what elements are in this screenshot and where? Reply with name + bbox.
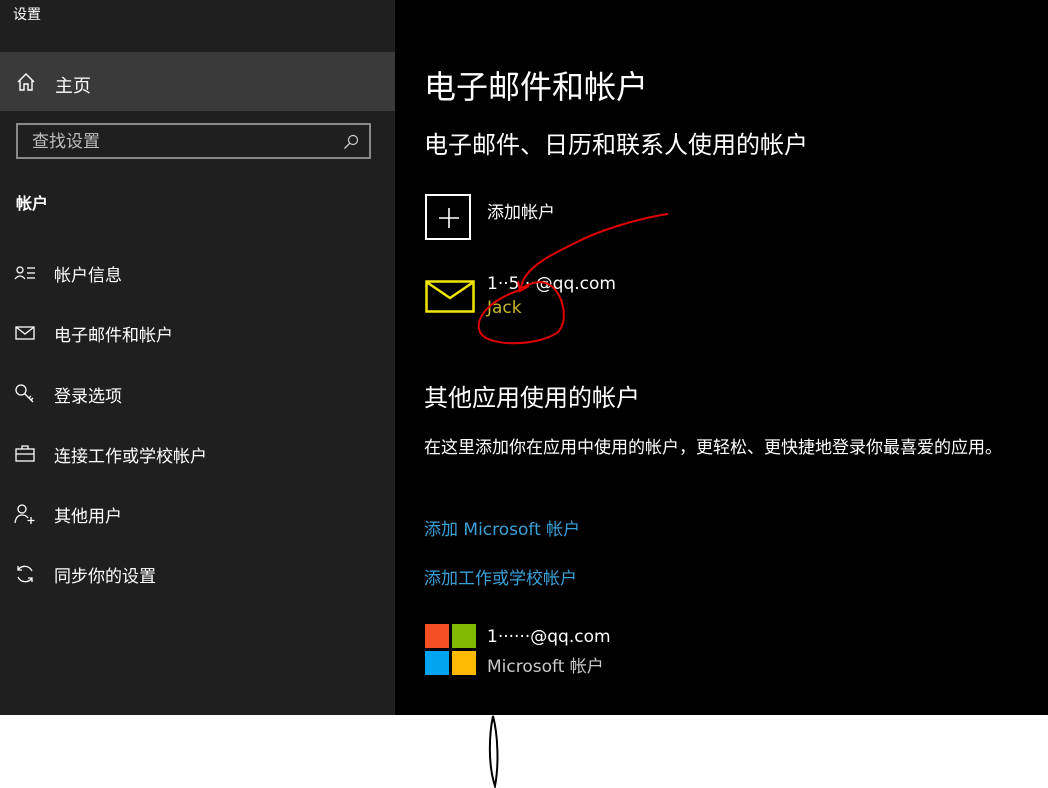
search-input[interactable] <box>30 131 334 153</box>
microsoft-account-email: 1······@qq.com <box>487 627 611 647</box>
sidebar-item-label: 连接工作或学校帐户 <box>54 447 207 467</box>
nav-home-label: 主页 <box>55 76 91 97</box>
sidebar-item-label: 同步你的设置 <box>54 567 156 587</box>
mail-envelope-icon <box>425 280 475 313</box>
microsoft-logo-icon <box>425 624 477 676</box>
settings-window: 设置 主页 帐户 帐户信息 <box>0 0 1048 715</box>
mail-account-name: Jack <box>487 298 522 318</box>
mail-account-email: 1··5···@qq.com <box>487 274 616 294</box>
main-content: 电子邮件和帐户 电子邮件、日历和联系人使用的帐户 添加帐户 1··5···@qq… <box>395 0 1048 715</box>
sync-icon <box>17 565 33 583</box>
add-microsoft-account-link[interactable]: 添加 Microsoft 帐户 <box>424 515 580 540</box>
briefcase-icon <box>15 445 35 462</box>
plus-icon <box>439 208 459 228</box>
search-box[interactable] <box>16 123 371 159</box>
add-work-school-account-link[interactable]: 添加工作或学校帐户 <box>424 564 577 589</box>
sidebar: 设置 主页 帐户 帐户信息 <box>0 0 395 715</box>
page-title: 电子邮件和帐户 <box>424 68 649 106</box>
section-title-email-accounts: 电子邮件、日历和联系人使用的帐户 <box>424 131 808 159</box>
microsoft-account-type: Microsoft 帐户 <box>487 657 604 677</box>
sidebar-item-work-school[interactable]: 连接工作或学校帐户 <box>0 433 395 473</box>
sidebar-section-title: 帐户 <box>16 194 49 213</box>
sidebar-item-sign-in-options[interactable]: 登录选项 <box>0 373 395 413</box>
person-add-icon <box>14 504 35 524</box>
sidebar-item-sync[interactable]: 同步你的设置 <box>0 553 395 593</box>
sidebar-item-label: 其他用户 <box>54 507 122 527</box>
section-description: 在这里添加你在应用中使用的帐户，更轻松、更快捷地登录你最喜爱的应用。 <box>424 438 1002 458</box>
sidebar-item-label: 帐户信息 <box>54 266 122 286</box>
sidebar-item-email-accounts[interactable]: 电子邮件和帐户 <box>0 312 395 352</box>
account-info-icon <box>14 266 35 280</box>
sidebar-item-account-info[interactable]: 帐户信息 <box>0 252 395 292</box>
window-title: 设置 <box>13 7 41 23</box>
sidebar-item-label: 电子邮件和帐户 <box>54 326 173 346</box>
mail-icon <box>15 326 35 340</box>
cursor-mark <box>488 715 499 788</box>
plus-tile[interactable] <box>425 194 471 240</box>
sidebar-item-other-users[interactable]: 其他用户 <box>0 493 395 533</box>
key-icon <box>15 384 34 403</box>
add-account-label[interactable]: 添加帐户 <box>487 198 555 223</box>
home-icon <box>17 73 35 91</box>
sidebar-item-label: 登录选项 <box>54 387 122 407</box>
nav-home[interactable]: 主页 <box>0 52 395 111</box>
section-title-other-apps: 其他应用使用的帐户 <box>424 384 640 412</box>
search-icon[interactable] <box>343 134 359 150</box>
